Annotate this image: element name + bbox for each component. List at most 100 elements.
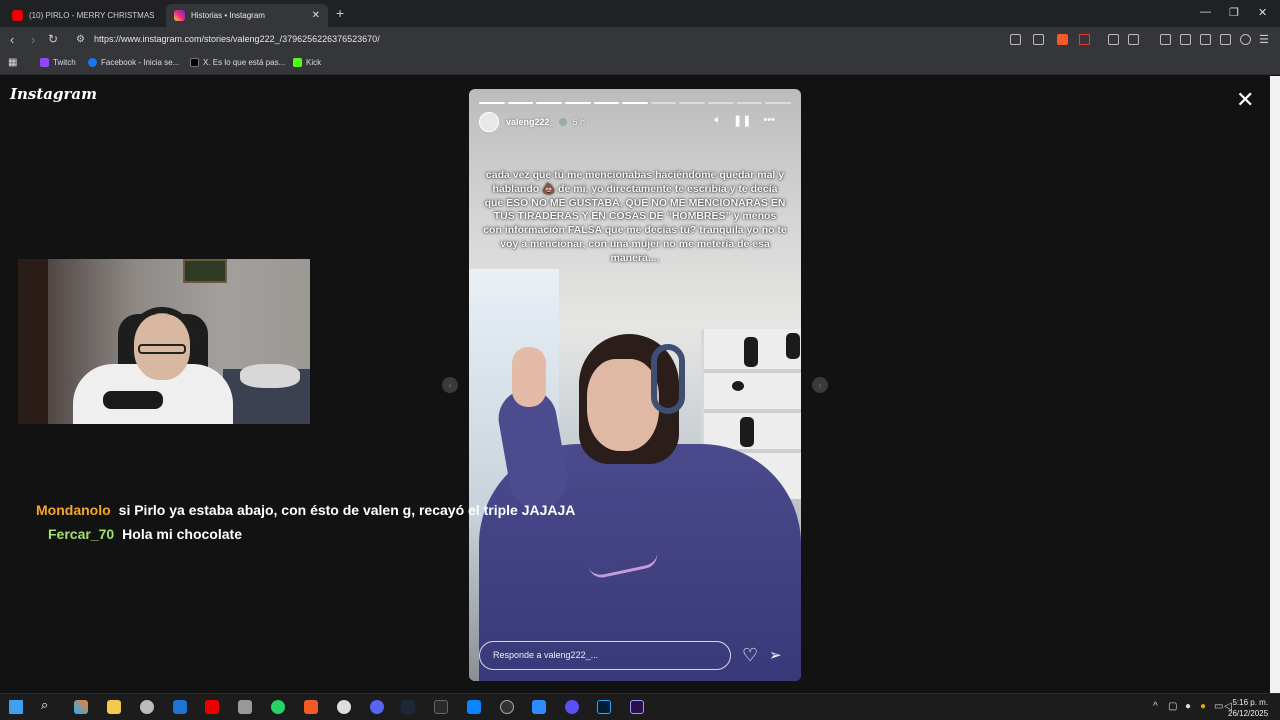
webcam-overlay [18,259,310,424]
chat-text: si Pirlo ya estaba abajo, con ésto de va… [118,502,576,518]
app-icon[interactable] [500,700,514,714]
network-icon[interactable]: ▭ [1214,701,1223,712]
previous-story-arrow[interactable]: ‹ [442,377,458,393]
new-tab-button[interactable]: + [336,5,344,21]
progress-segment [593,102,620,104]
bookmark-twitch[interactable]: Twitch [40,58,76,67]
windows-taskbar: ⌕ ^ ▢ ● ● ▭ ◁ 5:16 p. m. 26/12/2025 [0,693,1280,720]
clock-date: 26/12/2025 [1228,709,1269,718]
whatsapp-icon[interactable] [271,700,285,714]
screenshot-icon[interactable] [1128,34,1139,45]
progress-segment [765,102,792,104]
story-card[interactable]: valeng222_ 5 h 🔈︎ ❚❚ ••• cada vez que tú… [469,89,801,681]
progress-segment [479,102,505,104]
tab-instagram[interactable]: Historias • Instagram ✕ [166,4,328,27]
microphone-tray-icon[interactable]: ● [1185,701,1191,712]
search-icon[interactable]: ⌕ [41,697,55,712]
reply-input[interactable]: Responde a valeng222_... [479,641,731,670]
media-encoder-icon[interactable] [630,700,644,714]
obs-icon[interactable] [337,700,351,714]
forward-icon[interactable]: › [31,32,35,47]
media-icon[interactable] [1160,34,1171,45]
pause-icon[interactable]: ❚❚ [733,114,751,127]
progress-segment [650,102,677,104]
vpn-icon[interactable] [1240,34,1251,45]
instagram-story-viewer: Instagram ✕ ‹ › valeng222_ 5 h 🔈︎ ❚❚ •••… [0,76,1270,693]
chat-message: Mondanolo si Pirlo ya estaba abajo, con é… [36,502,575,518]
bookmark-facebook[interactable]: Facebook - Inicia se... [88,58,179,67]
maximize-icon[interactable]: ❐ [1229,6,1239,19]
app-icon[interactable] [565,700,579,714]
brave-shields-icon[interactable] [1057,34,1068,45]
reply-placeholder: Responde a valeng222_... [493,650,599,660]
extensions-icon[interactable] [1108,34,1119,45]
send-icon[interactable]: ➢ [769,646,782,664]
story-progress-bar [479,102,792,104]
app-icon[interactable] [140,700,154,714]
progress-segment [708,102,734,104]
close-tab-icon[interactable]: ✕ [312,10,320,21]
clock-time: 5:16 p. m. [1232,698,1269,707]
progress-segment [507,102,534,104]
app-icon[interactable] [467,700,481,714]
leo-ai-icon[interactable] [1220,34,1231,45]
twitch-icon [40,58,49,67]
tray-chevron-icon[interactable]: ^ [1153,701,1158,712]
microphone [103,391,163,409]
bookmark-label: X. Es lo que está pas... [203,58,286,67]
brave-rewards-icon[interactable] [1079,34,1090,45]
story-time: 5 h [572,117,586,127]
like-heart-icon[interactable]: ♡ [742,645,758,666]
volume-icon[interactable]: 🔈︎ [714,114,721,127]
tray-app-icon[interactable]: ▢ [1168,701,1177,712]
steam-icon[interactable] [401,700,415,714]
share-icon[interactable] [1033,34,1044,45]
store-icon[interactable] [173,700,187,714]
site-info-icon[interactable]: ⚙ [76,34,85,45]
copilot-icon[interactable] [74,700,88,714]
system-clock[interactable]: 5:16 p. m. 26/12/2025 [1228,697,1268,719]
progress-segment [564,102,591,104]
cast-icon[interactable] [1010,34,1021,45]
brave-icon[interactable] [304,700,318,714]
progress-segment [736,102,763,104]
photoshop-icon[interactable] [597,700,611,714]
next-story-arrow[interactable]: › [812,377,828,393]
headphones [651,344,685,414]
bookmark-kick[interactable]: Kick [293,58,321,67]
avatar[interactable] [479,112,499,132]
apps-grid-icon[interactable]: ▦ [8,57,17,68]
file-explorer-icon[interactable] [107,700,121,714]
address-bar[interactable]: https://www.instagram.com/stories/valeng… [94,34,380,44]
story-header: valeng222_ 5 h 🔈︎ ❚❚ ••• [479,112,791,132]
app-icon[interactable] [238,700,252,714]
menu-icon[interactable]: ☰ [1259,33,1269,46]
back-icon[interactable]: ‹ [10,32,14,47]
sidebar-icon[interactable] [1180,34,1191,45]
x-icon [190,58,199,67]
wallet-icon[interactable] [1200,34,1211,45]
windows-start-icon[interactable] [9,700,23,714]
bookmark-x[interactable]: X. Es lo que está pas... [190,58,285,67]
youtube-icon [12,10,23,21]
reload-icon[interactable]: ↻ [48,32,58,46]
page-scrollbar[interactable] [1270,76,1280,693]
chat-username: Mondanolo [36,502,111,518]
zoom-icon[interactable] [532,700,546,714]
instagram-logo[interactable]: Instagram [10,85,97,103]
close-story-button[interactable]: ✕ [1236,89,1254,111]
verified-icon [558,118,567,126]
youtube-icon[interactable] [205,700,219,714]
story-username[interactable]: valeng222_ [506,117,555,127]
close-window-icon[interactable]: ✕ [1258,6,1267,19]
chat-username: Fercar_70 [48,526,115,542]
tab-youtube[interactable]: (10) PIRLO - MERRY CHRISTMAS 1 (f [4,4,162,27]
tray-app-icon[interactable]: ● [1200,701,1206,712]
chat-message: Fercar_70 Hola mi chocolate [48,526,242,542]
more-options-icon[interactable]: ••• [763,114,775,127]
minimize-icon[interactable]: — [1200,6,1211,18]
epic-games-icon[interactable] [434,700,448,714]
discord-icon[interactable] [370,700,384,714]
tab-bar: (10) PIRLO - MERRY CHRISTMAS 1 (f Histor… [0,0,1280,27]
bookmarks-bar: ▦ Twitch Facebook - Inicia se... X. Es l… [0,53,1280,75]
